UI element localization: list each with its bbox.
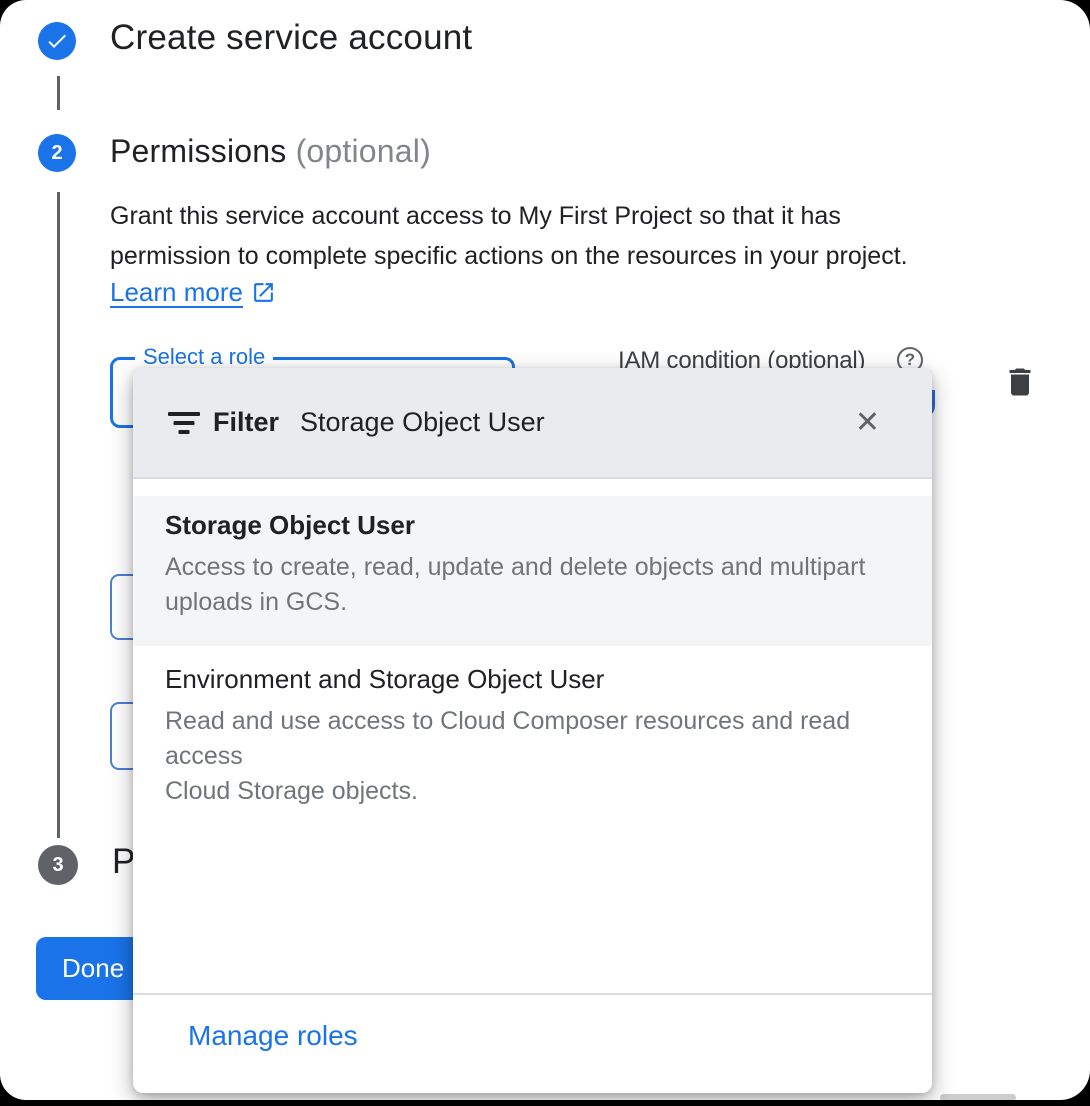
step-3-title-partial: P — [112, 842, 135, 882]
role-select-label: Select a role — [135, 344, 273, 370]
description-line-2: permission to complete specific actions … — [110, 236, 908, 276]
permissions-title-text: Permissions — [110, 133, 286, 169]
role-result-title: Environment and Storage Object User — [165, 664, 896, 695]
learn-more-link[interactable]: Learn more — [110, 277, 276, 308]
screenshot-stage: Create service account 2 Permissions (op… — [0, 0, 1090, 1106]
stepper-connector-1 — [57, 76, 60, 110]
stepper-connector-2 — [57, 192, 60, 838]
step-2-number: 2 — [51, 142, 62, 165]
learn-more-label: Learn more — [110, 277, 243, 308]
role-result-title: Storage Object User — [165, 510, 896, 541]
role-filter-bar[interactable]: Filter Storage Object User ✕ — [133, 368, 932, 477]
step-3-number: 3 — [52, 854, 63, 877]
filter-divider — [133, 477, 932, 479]
manage-roles-divider — [133, 993, 932, 995]
permissions-title-optional: (optional) — [296, 133, 431, 169]
scrollbar-fragment — [940, 1094, 1016, 1100]
close-glyph: ✕ — [855, 406, 880, 439]
permissions-description: Grant this service account access to My … — [110, 196, 908, 276]
create-service-account-panel: Create service account 2 Permissions (op… — [0, 0, 1090, 1100]
filter-icon — [168, 410, 200, 436]
role-result-storage-object-user[interactable]: Storage Object User Access to create, re… — [133, 496, 932, 646]
step-2-badge: 2 — [38, 134, 76, 172]
manage-roles-link[interactable]: Manage roles — [188, 1020, 358, 1052]
role-result-description: Access to create, read, update and delet… — [165, 550, 896, 620]
help-glyph: ? — [905, 350, 915, 370]
role-picker-overlay: Filter Storage Object User ✕ Storage Obj… — [133, 368, 932, 1093]
role-result-description: Read and use access to Cloud Composer re… — [165, 704, 896, 809]
description-line-1: Grant this service account access to My … — [110, 196, 908, 236]
close-filter-icon[interactable]: ✕ — [851, 404, 884, 442]
step-3-badge: 3 — [38, 845, 78, 885]
role-desc-line-2: uploads in GCS. — [165, 585, 896, 620]
filter-input-value[interactable]: Storage Object User — [300, 407, 545, 438]
page-title: Create service account — [110, 18, 472, 58]
filter-label: Filter — [213, 407, 279, 438]
permissions-section-title: Permissions (optional) — [110, 133, 431, 170]
role-desc-line-1: Read and use access to Cloud Composer re… — [165, 704, 896, 774]
external-link-icon — [251, 280, 276, 305]
role-desc-line-1: Access to create, read, update and delet… — [165, 550, 896, 585]
role-desc-line-2: Cloud Storage objects. — [165, 774, 896, 809]
step-1-complete-check-icon — [38, 22, 76, 60]
role-result-environment-storage-object-user[interactable]: Environment and Storage Object User Read… — [133, 650, 932, 800]
delete-role-row-button[interactable] — [1002, 364, 1038, 400]
